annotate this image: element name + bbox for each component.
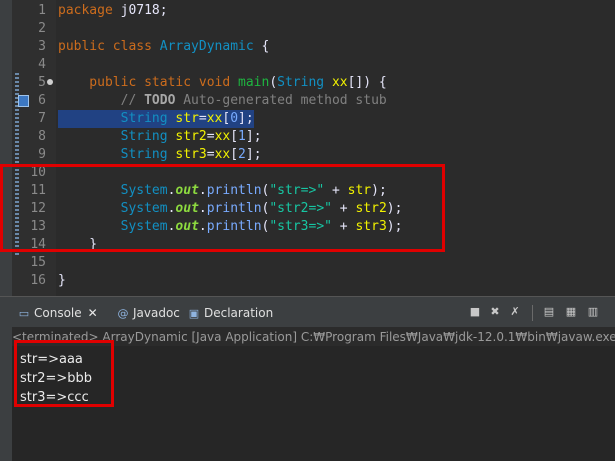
display-console-icon[interactable]: ▥ xyxy=(586,305,600,319)
code-line[interactable]: 6 // TODO Auto-generated method stub xyxy=(0,92,615,110)
console-icon: ▭ xyxy=(18,307,30,320)
code-token: xx xyxy=(331,75,348,90)
pin-console-icon[interactable]: ▦ xyxy=(564,305,578,319)
code-token: = xyxy=(198,111,207,126)
code-token: 0 xyxy=(230,111,239,126)
code-token: j0718; xyxy=(120,3,168,18)
line-number: 4 xyxy=(38,57,46,72)
code-token: String xyxy=(277,75,325,90)
code-token: } xyxy=(58,273,66,288)
code-line[interactable]: 1 package j0718; xyxy=(0,2,615,20)
highlight-box-code xyxy=(0,164,445,252)
code-token: [ xyxy=(230,129,239,144)
code-token: { xyxy=(253,39,270,54)
code-token: ]; xyxy=(238,111,254,126)
code-token: ]; xyxy=(245,147,262,162)
highlight-box-output xyxy=(14,340,114,407)
code-line[interactable]: 8 String str2=xx[1]; xyxy=(0,128,615,146)
code-token: = xyxy=(206,147,215,162)
code-token: = xyxy=(206,129,215,144)
code-text: package j0718; xyxy=(58,2,168,20)
code-line[interactable]: 9 String str3=xx[2]; xyxy=(0,146,615,164)
code-line[interactable]: 7 String str=xx[0]; xyxy=(0,110,615,128)
code-text: } xyxy=(58,272,66,290)
toolbar-separator xyxy=(532,305,533,321)
code-token: 2 xyxy=(238,147,246,162)
code-text: public class ArrayDynamic { xyxy=(58,38,269,56)
code-line[interactable]: 4 xyxy=(0,56,615,74)
scroll-lock-icon[interactable]: ▤ xyxy=(542,305,556,319)
line-number: 16 xyxy=(30,273,46,288)
line-number: 3 xyxy=(38,39,46,54)
code-line[interactable]: 15 xyxy=(0,254,615,272)
code-token: String xyxy=(120,129,168,144)
code-text: public static void main(String xx[]) { xyxy=(58,74,387,92)
code-text: // TODO Auto-generated method stub xyxy=(58,92,387,110)
code-token: Auto-generated method stub xyxy=(175,93,387,108)
panel-tab-bar: ▭ Console ✕ @ Javadoc ▣ Declaration ■ ✖ ✗ ▤ … xyxy=(0,296,615,327)
code-line[interactable]: 16} xyxy=(0,272,615,290)
tab-javadoc[interactable]: @ Javadoc xyxy=(117,304,180,322)
code-token: str3 xyxy=(175,147,207,162)
code-token: ]; xyxy=(245,129,262,144)
code-token: String xyxy=(120,147,168,162)
code-token: 1 xyxy=(238,129,246,144)
tab-declaration[interactable]: ▣ Declaration xyxy=(188,304,273,322)
code-text: String str3=xx[2]; xyxy=(58,146,262,164)
code-line[interactable]: 2 xyxy=(0,20,615,38)
fold-toggle-icon[interactable] xyxy=(47,79,53,85)
tab-console[interactable]: ▭ Console ✕ xyxy=(18,304,98,322)
line-number: 15 xyxy=(30,255,46,270)
code-line[interactable]: 3 public class ArrayDynamic { xyxy=(0,38,615,56)
panel-left-strip xyxy=(0,326,12,461)
javadoc-icon: @ xyxy=(117,307,129,320)
task-marker-icon[interactable] xyxy=(18,95,29,107)
code-token: ( xyxy=(269,75,278,90)
code-text: String str2=xx[1]; xyxy=(58,128,262,146)
line-number: 9 xyxy=(38,147,46,162)
code-token: ArrayDynamic xyxy=(159,39,254,54)
code-token: xx xyxy=(214,147,231,162)
tab-console-label: Console xyxy=(34,306,82,320)
code-token: package xyxy=(58,3,121,18)
line-number: 2 xyxy=(38,21,46,36)
code-token: []) { xyxy=(347,75,387,90)
code-token: main xyxy=(238,75,270,90)
line-number: 7 xyxy=(38,111,46,126)
line-number: 5 xyxy=(38,75,46,90)
code-line[interactable]: 5 public static void main(String xx[]) { xyxy=(0,74,615,92)
line-number: 1 xyxy=(38,3,46,18)
terminate-icon[interactable]: ■ xyxy=(468,305,482,319)
code-text: String str=xx[0]; xyxy=(58,110,254,128)
code-token: str2 xyxy=(175,129,207,144)
tab-declaration-label: Declaration xyxy=(204,306,274,320)
code-token: str xyxy=(175,111,199,126)
line-number: 8 xyxy=(38,129,46,144)
code-token: public class xyxy=(58,39,160,54)
code-token: xx xyxy=(214,129,231,144)
code-token: public static void xyxy=(58,75,239,90)
code-token: String xyxy=(120,111,168,126)
code-token: [ xyxy=(230,147,239,162)
code-token: // xyxy=(58,93,145,108)
tab-javadoc-label: Javadoc xyxy=(133,306,180,320)
code-token: xx xyxy=(206,111,223,126)
remove-all-icon[interactable]: ✗ xyxy=(508,305,522,319)
close-icon[interactable]: ✕ xyxy=(88,306,98,320)
console-toolbar: ■ ✖ ✗ ▤ ▦ ▥ xyxy=(464,305,614,321)
code-token: TODO xyxy=(144,93,176,108)
remove-launch-icon[interactable]: ✖ xyxy=(488,305,502,319)
declaration-icon: ▣ xyxy=(188,307,200,320)
